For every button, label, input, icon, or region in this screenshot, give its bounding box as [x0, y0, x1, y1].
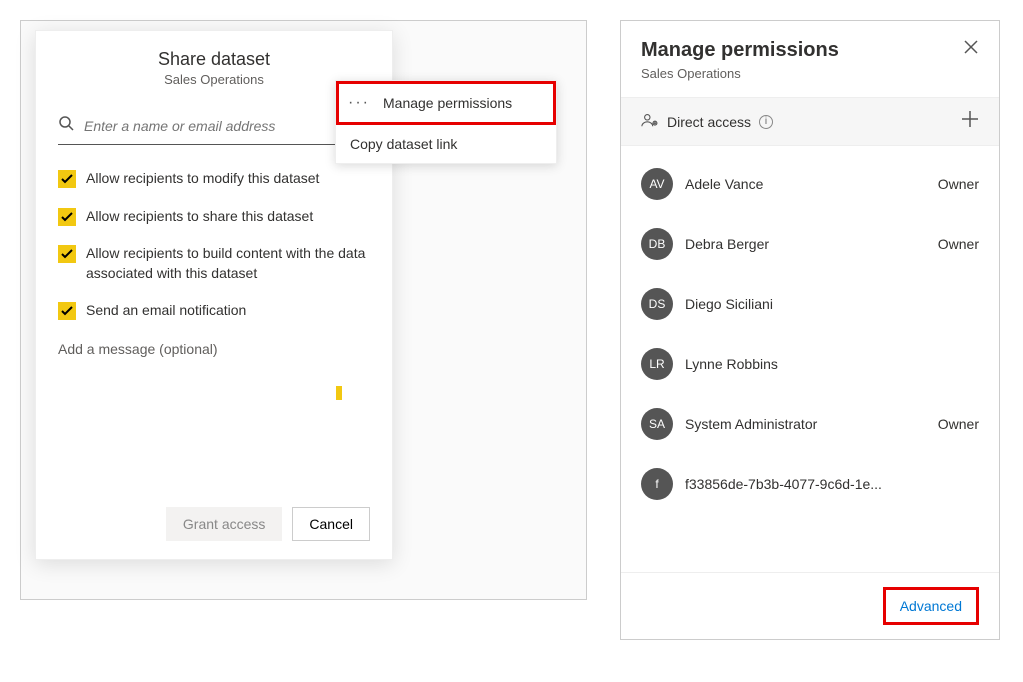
checkbox-label: Allow recipients to share this dataset	[86, 207, 313, 227]
checkbox-allow-share[interactable]: Allow recipients to share this dataset	[58, 207, 370, 227]
panel-footer: Advanced	[621, 572, 999, 639]
search-input[interactable]	[82, 117, 370, 135]
user-row[interactable]: LR Lynne Robbins	[641, 334, 979, 394]
user-role: Owner	[938, 236, 979, 252]
avatar: f	[641, 468, 673, 500]
user-name: Adele Vance	[685, 176, 926, 192]
check-icon	[58, 245, 76, 263]
checkbox-send-email[interactable]: Send an email notification	[58, 301, 370, 321]
cursor-indicator	[336, 386, 342, 400]
manage-permissions-title: Manage permissions	[641, 39, 839, 62]
user-list: AV Adele Vance Owner DB Debra Berger Own…	[621, 146, 999, 572]
cancel-button[interactable]: Cancel	[292, 507, 370, 541]
context-menu: ··· Manage permissions Copy dataset link	[335, 80, 557, 164]
share-subtitle: Sales Operations	[46, 72, 382, 87]
checkbox-allow-build[interactable]: Allow recipients to build content with t…	[58, 244, 370, 283]
close-button[interactable]	[963, 39, 979, 60]
user-name: System Administrator	[685, 416, 926, 432]
user-role: Owner	[938, 176, 979, 192]
menu-item-copy-dataset-link[interactable]: Copy dataset link	[336, 125, 556, 163]
user-row[interactable]: AV Adele Vance Owner	[641, 154, 979, 214]
checkbox-label: Allow recipients to build content with t…	[86, 244, 370, 283]
user-row[interactable]: DS Diego Siciliani	[641, 274, 979, 334]
avatar: DS	[641, 288, 673, 320]
avatar: AV	[641, 168, 673, 200]
add-user-button[interactable]	[961, 110, 979, 133]
user-name: Debra Berger	[685, 236, 926, 252]
grant-access-button[interactable]: Grant access	[166, 507, 282, 541]
user-name: Lynne Robbins	[685, 356, 967, 372]
avatar: SA	[641, 408, 673, 440]
manage-permissions-panel: Manage permissions Sales Operations Dire…	[620, 20, 1000, 640]
user-role: Owner	[938, 416, 979, 432]
user-row[interactable]: DB Debra Berger Owner	[641, 214, 979, 274]
checkbox-label: Allow recipients to modify this dataset	[86, 169, 319, 189]
search-icon	[58, 115, 74, 136]
direct-access-section-header: Direct access i	[621, 97, 999, 146]
message-textarea[interactable]: Add a message (optional)	[58, 341, 370, 357]
manage-permissions-subtitle: Sales Operations	[621, 66, 999, 97]
user-name: Diego Siciliani	[685, 296, 967, 312]
advanced-button[interactable]: Advanced	[883, 587, 979, 625]
check-icon	[58, 170, 76, 188]
checkbox-allow-modify[interactable]: Allow recipients to modify this dataset	[58, 169, 370, 189]
info-icon[interactable]: i	[759, 115, 773, 129]
search-row[interactable]	[58, 111, 370, 145]
share-title: Share dataset	[46, 49, 382, 70]
avatar: LR	[641, 348, 673, 380]
context-menu-highlighted-row: ··· Manage permissions	[336, 81, 556, 125]
check-icon	[58, 208, 76, 226]
user-row[interactable]: SA System Administrator Owner	[641, 394, 979, 454]
avatar: DB	[641, 228, 673, 260]
user-name: f33856de-7b3b-4077-9c6d-1e...	[685, 476, 967, 492]
more-options-icon[interactable]: ···	[339, 84, 379, 122]
direct-access-label: Direct access	[667, 114, 751, 130]
checklist: Allow recipients to modify this dataset …	[58, 169, 370, 321]
check-icon	[58, 302, 76, 320]
checkbox-label: Send an email notification	[86, 301, 246, 321]
direct-access-icon	[641, 112, 659, 131]
share-footer: Grant access Cancel	[166, 507, 370, 541]
menu-item-manage-permissions[interactable]: Manage permissions	[379, 84, 553, 122]
user-row[interactable]: f f33856de-7b3b-4077-9c6d-1e...	[641, 454, 979, 514]
